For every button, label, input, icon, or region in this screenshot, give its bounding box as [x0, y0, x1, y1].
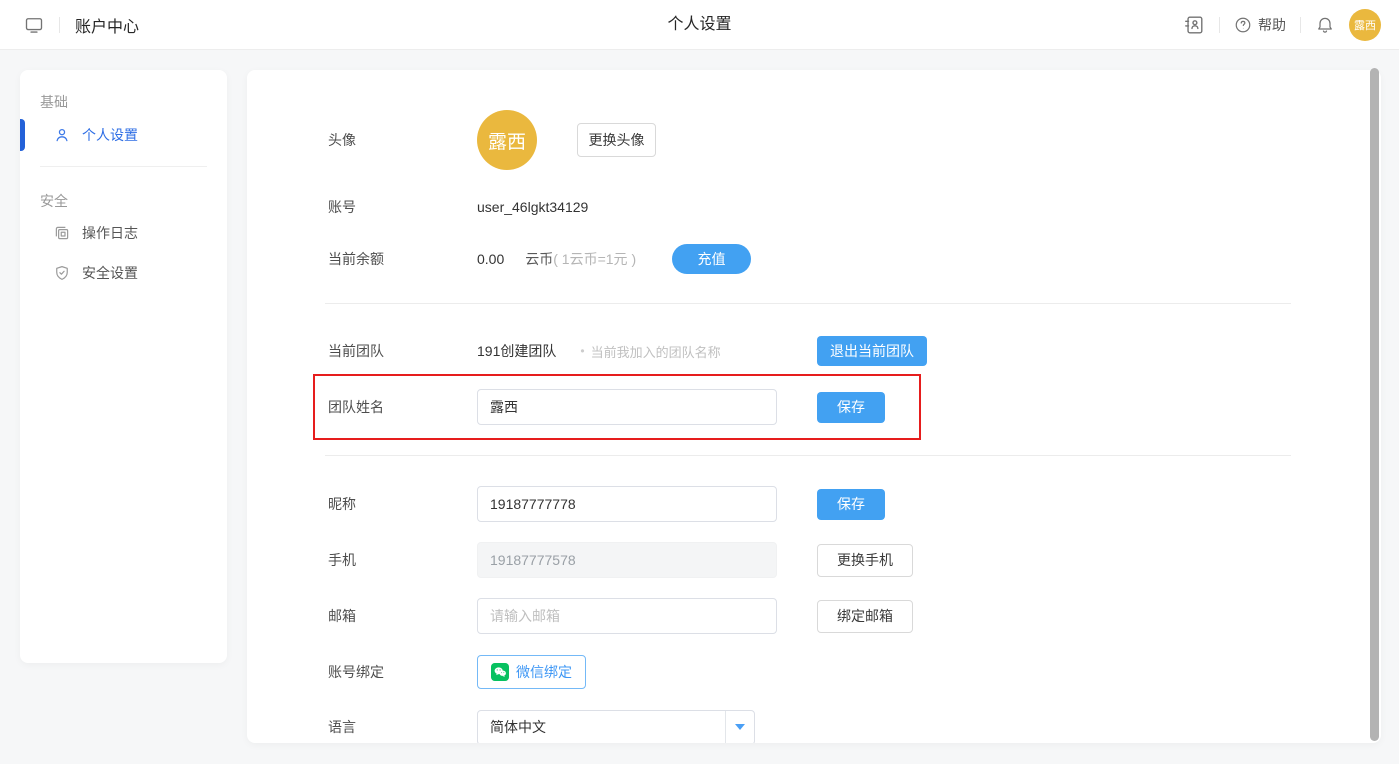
sidebar-item-operation-logs[interactable]: 操作日志: [20, 215, 227, 251]
email-input[interactable]: [477, 598, 777, 634]
language-selected-value: 简体中文: [490, 717, 546, 737]
sidebar-item-personal-settings[interactable]: 个人设置: [20, 117, 227, 153]
shield-check-icon: [53, 264, 71, 282]
monitor-icon[interactable]: [24, 15, 44, 35]
change-phone-button[interactable]: 更换手机: [817, 544, 913, 577]
user-icon: [53, 126, 71, 144]
team-name-row: 团队姓名 保存: [328, 389, 1321, 425]
team-label: 当前团队: [328, 341, 477, 361]
bind-email-button[interactable]: 绑定邮箱: [817, 600, 913, 633]
hint-bullet: •: [580, 344, 584, 358]
account-label: 账号: [328, 197, 477, 217]
account-value: user_46lgkt34129: [477, 199, 588, 215]
balance-note: ( 1云币=1元 ): [553, 251, 636, 267]
wechat-bind-button[interactable]: 微信绑定: [477, 655, 586, 689]
email-label: 邮箱: [328, 606, 477, 626]
header-divider: [59, 17, 60, 33]
help-button[interactable]: 帮助: [1234, 15, 1286, 35]
log-icon: [53, 224, 71, 242]
bell-icon[interactable]: [1315, 15, 1335, 35]
nickname-row: 昵称 保存: [328, 486, 1321, 522]
account-row: 账号 user_46lgkt34129: [328, 189, 1321, 225]
binding-label: 账号绑定: [328, 662, 477, 682]
user-avatar[interactable]: 露西: [1349, 9, 1381, 41]
sidebar-section-basic: 基础: [40, 92, 68, 112]
profile-avatar: 露西: [477, 110, 537, 170]
sidebar-divider: [40, 166, 207, 167]
sidebar-item-label: 个人设置: [82, 125, 138, 145]
wechat-icon: [491, 663, 509, 681]
save-nickname-button[interactable]: 保存: [817, 489, 885, 520]
email-row: 邮箱 绑定邮箱: [328, 598, 1321, 634]
recharge-button[interactable]: 充值: [672, 244, 751, 274]
team-value: 191创建团队: [477, 341, 556, 361]
header-divider: [1300, 17, 1301, 33]
nickname-input[interactable]: [477, 486, 777, 522]
sidebar-section-security: 安全: [40, 191, 68, 211]
phone-row: 手机 更换手机: [328, 542, 1321, 578]
phone-input: [477, 542, 777, 578]
breadcrumb: 账户中心: [75, 13, 139, 37]
language-select[interactable]: 简体中文: [477, 710, 755, 744]
team-hint: •当前我加入的团队名称: [580, 342, 720, 361]
section-divider: [325, 455, 1291, 456]
page-title: 个人设置: [667, 0, 731, 50]
sidebar-item-label: 安全设置: [82, 263, 138, 283]
help-icon: [1234, 16, 1252, 34]
nickname-label: 昵称: [328, 494, 477, 514]
avatar-row: 头像 露西 更换头像: [328, 110, 1321, 170]
avatar-label: 头像: [328, 130, 477, 150]
phone-label: 手机: [328, 550, 477, 570]
sidebar-item-label: 操作日志: [82, 223, 138, 243]
sidebar-item-security-settings[interactable]: 安全设置: [20, 255, 227, 291]
balance-amount: 0.00: [477, 251, 504, 267]
chevron-down-icon: [735, 724, 745, 730]
account-binding-row: 账号绑定 微信绑定: [328, 654, 1321, 690]
contacts-icon[interactable]: [1183, 14, 1205, 36]
save-team-name-button[interactable]: 保存: [817, 392, 885, 423]
change-avatar-button[interactable]: 更换头像: [577, 123, 656, 157]
active-item-indicator: [20, 119, 25, 151]
header-divider: [1219, 17, 1220, 33]
help-label: 帮助: [1258, 15, 1286, 35]
select-caret-box: [725, 711, 754, 744]
wechat-bind-label: 微信绑定: [516, 662, 572, 682]
personal-settings-panel: 头像 露西 更换头像 账号 user_46lgkt34129 当前余额 0.00…: [247, 70, 1381, 743]
exit-team-button[interactable]: 退出当前团队: [817, 336, 927, 366]
language-label: 语言: [328, 717, 477, 737]
sidebar: 基础 个人设置 安全 操作日志 安全设置: [20, 70, 227, 663]
balance-row: 当前余额 0.00 云币( 1云币=1元 ) 充值: [328, 241, 1321, 277]
vertical-scrollbar[interactable]: [1370, 68, 1379, 741]
section-divider: [325, 303, 1291, 304]
balance-unit: 云币( 1云币=1元 ): [525, 249, 636, 269]
language-row: 语言 简体中文: [328, 709, 1321, 743]
current-team-row: 当前团队 191创建团队 •当前我加入的团队名称 退出当前团队: [328, 333, 1321, 369]
balance-label: 当前余额: [328, 249, 477, 269]
team-name-input[interactable]: [477, 389, 777, 425]
team-name-label: 团队姓名: [328, 397, 477, 417]
top-header: 账户中心 个人设置 帮助: [0, 0, 1399, 50]
